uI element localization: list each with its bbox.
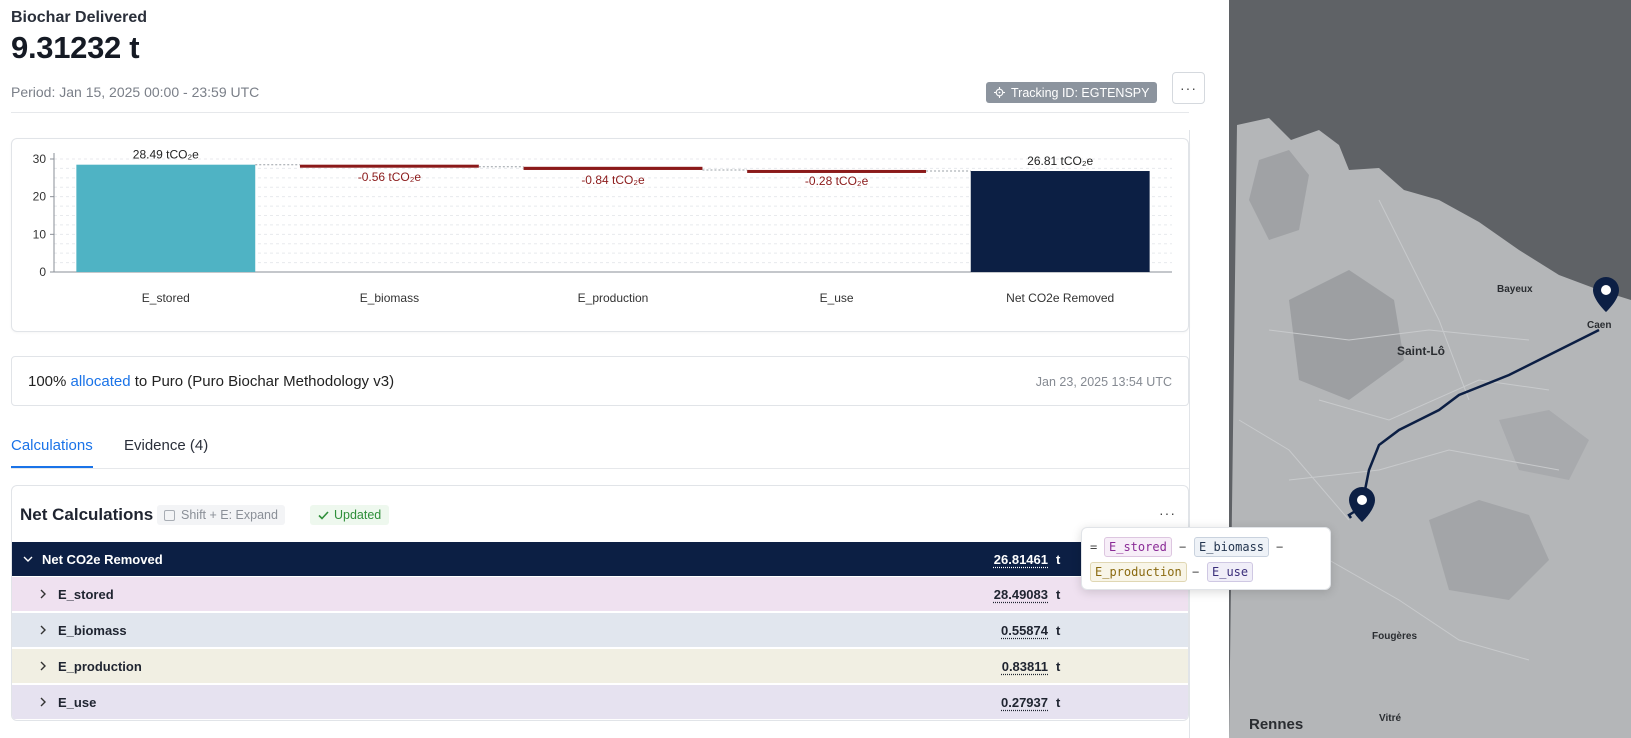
- allocation-percent: 100%: [28, 373, 67, 390]
- row-value[interactable]: 0.83811: [1002, 659, 1048, 674]
- map-label-vitre: Vitré: [1379, 713, 1402, 724]
- token-e-stored: E_stored: [1104, 537, 1172, 557]
- bar-Net CO2e Removed: [970, 171, 1150, 272]
- allocation-target: to Puro (Puro Biochar Methodology v3): [134, 373, 395, 390]
- bar-E_production: [523, 166, 703, 170]
- expand-shortcut-hint: Shift + E: Expand: [157, 505, 285, 525]
- tab-calculations[interactable]: Calculations: [11, 437, 93, 454]
- row-e-production[interactable]: E_production 0.83811 t: [12, 649, 1188, 684]
- header-divider: [11, 112, 1189, 113]
- status-badge: Updated: [310, 505, 390, 525]
- row-e-use[interactable]: E_use 0.27937 t: [12, 685, 1188, 720]
- row-unit: t: [1056, 586, 1061, 602]
- y-tick-label: 10: [33, 227, 47, 241]
- status-text: Updated: [334, 508, 382, 522]
- row-label: E_production: [58, 658, 142, 674]
- bar-E_stored: [76, 164, 256, 272]
- map-label-bayeux: Bayeux: [1497, 284, 1533, 295]
- tooltip-minus: −: [1192, 565, 1200, 579]
- bar-E_use: [747, 169, 927, 173]
- chevron-right-icon: [40, 697, 46, 707]
- row-unit: t: [1056, 694, 1061, 710]
- waterfall-chart: 0 10 20 30 28.49 tCO₂e E_stored -0.56 tCO₂e E_b…: [33, 148, 1172, 305]
- chevron-right-icon: [40, 589, 46, 599]
- waterfall-chart-card: 0 10 20 30 28.49 tCO₂e E_stored -0.56 tCO₂e E_b…: [11, 138, 1189, 332]
- row-unit: t: [1056, 658, 1061, 674]
- allocation-card: 100% allocated to Puro (Puro Biochar Met…: [11, 356, 1189, 406]
- token-e-use: E_use: [1207, 562, 1254, 582]
- tracking-id-badge[interactable]: Tracking ID: EGTENSPY: [986, 82, 1158, 103]
- allocation-date: Jan 23, 2025 13:54 UTC: [1035, 375, 1172, 389]
- calc-more-button[interactable]: ···: [1159, 505, 1176, 521]
- allocated-link[interactable]: allocated: [71, 373, 131, 390]
- formula-tooltip: = E_stored − E_biomass − E_production − …: [1081, 527, 1331, 590]
- row-unit: t: [1056, 551, 1061, 567]
- map-label-caen: Caen: [1587, 320, 1612, 331]
- period-text: Period: Jan 15, 2025 00:00 - 23:59 UTC: [11, 84, 260, 100]
- row-net-co2e-removed[interactable]: Net CO2e Removed 26.81461 t: [12, 542, 1188, 577]
- scrollbar-track[interactable]: [1189, 130, 1190, 738]
- row-label: E_stored: [58, 586, 114, 602]
- row-unit: t: [1056, 622, 1061, 638]
- data-label: -0.84 tCO₂e: [581, 173, 645, 187]
- row-value[interactable]: 28.49083: [994, 587, 1048, 602]
- token-e-biomass: E_biomass: [1194, 537, 1270, 557]
- data-label: -0.56 tCO₂e: [358, 170, 422, 184]
- map-label-rennes: Rennes: [1249, 716, 1304, 733]
- shortcut-text: Shift + E: Expand: [181, 508, 278, 522]
- tooltip-minus: −: [1276, 540, 1284, 554]
- tooltip-minus: −: [1179, 540, 1187, 554]
- metric-label: Biochar Delivered: [11, 9, 148, 26]
- bar-E_biomass: [299, 164, 479, 168]
- map-label-saint-lo: Saint-Lô: [1397, 344, 1445, 358]
- chevron-right-icon: [40, 661, 46, 671]
- tab-bar: Calculations Evidence (4): [11, 425, 1189, 469]
- row-e-stored[interactable]: E_stored 28.49083 t: [12, 577, 1188, 612]
- net-calculations-card: Net Calculations Shift + E: Expand Updat…: [11, 485, 1189, 721]
- tab-evidence[interactable]: Evidence (4): [124, 437, 208, 454]
- x-tick-label: E_production: [578, 291, 649, 305]
- metric-value: 9.31232 t: [11, 30, 140, 65]
- keyboard-icon: [164, 509, 175, 521]
- tracking-id-text: Tracking ID: EGTENSPY: [1011, 85, 1150, 100]
- y-tick-label: 0: [39, 265, 46, 279]
- active-tab-indicator: [11, 466, 93, 468]
- crosshair-icon: [994, 87, 1005, 98]
- token-e-production: E_production: [1090, 562, 1187, 582]
- more-options-button[interactable]: ···: [1172, 72, 1205, 104]
- data-label: -0.28 tCO₂e: [805, 174, 869, 188]
- map-panel[interactable]: Bayeux Caen Saint-Lô Fougères Rennes Vit…: [1229, 0, 1631, 738]
- allocation-text: 100% allocated to Puro (Puro Biochar Met…: [28, 373, 394, 390]
- x-tick-label: E_stored: [142, 291, 190, 305]
- map-canvas: [1229, 0, 1631, 738]
- y-tick-label: 20: [33, 190, 47, 204]
- row-label: E_use: [58, 694, 97, 710]
- chevron-down-icon: [23, 556, 33, 562]
- data-label: 28.49 tCO₂e: [133, 148, 199, 162]
- left-panel: Biochar Delivered 9.31232 t Period: Jan …: [0, 0, 1229, 738]
- calc-title: Net Calculations: [20, 505, 154, 524]
- row-value[interactable]: 26.81461: [994, 552, 1048, 567]
- more-icon: ···: [1180, 80, 1197, 96]
- row-value[interactable]: 0.27937: [1001, 695, 1048, 710]
- row-label: Net CO2e Removed: [42, 551, 163, 567]
- y-tick-label: 30: [33, 152, 47, 166]
- map-label-fougeres: Fougères: [1372, 631, 1418, 642]
- chevron-right-icon: [40, 625, 46, 635]
- tooltip-equals: =: [1090, 540, 1098, 554]
- x-tick-label: E_biomass: [360, 291, 419, 305]
- row-e-biomass[interactable]: E_biomass 0.55874 t: [12, 613, 1188, 648]
- check-icon: [318, 510, 329, 520]
- x-tick-label: Net CO2e Removed: [1006, 291, 1114, 305]
- data-label: 26.81 tCO₂e: [1027, 154, 1093, 168]
- row-value[interactable]: 0.55874: [1001, 623, 1048, 638]
- x-tick-label: E_use: [820, 291, 854, 305]
- row-label: E_biomass: [58, 622, 127, 638]
